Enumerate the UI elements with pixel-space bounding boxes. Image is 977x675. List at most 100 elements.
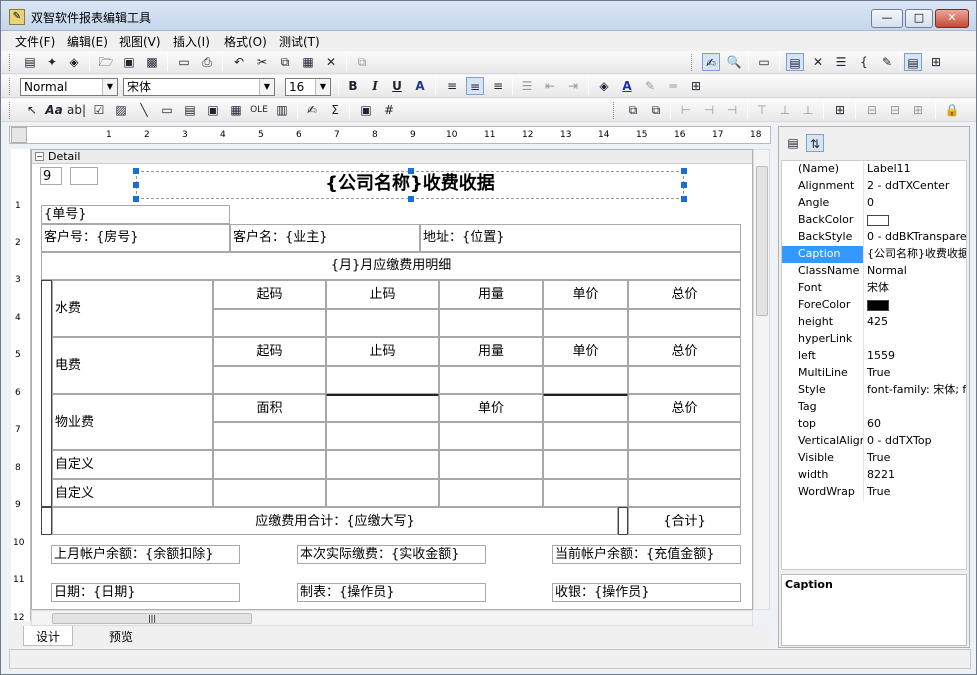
- menu-test[interactable]: 测试(T): [279, 33, 320, 50]
- electric-end-cell[interactable]: [326, 366, 439, 394]
- lock-icon[interactable]: 🔒: [943, 101, 961, 119]
- font-color-button[interactable]: A: [411, 77, 429, 95]
- custom-cell[interactable]: [326, 450, 439, 479]
- print-icon[interactable]: ⎙: [198, 53, 216, 71]
- property-value[interactable]: 1559: [866, 348, 966, 365]
- property-row[interactable]: ForeColor: [782, 297, 966, 314]
- paste-icon[interactable]: ▦: [299, 53, 317, 71]
- property-value[interactable]: 2 - ddTXCenter: [866, 178, 966, 195]
- property-cell[interactable]: [628, 422, 741, 450]
- copy-icon[interactable]: ⧉: [276, 53, 294, 71]
- text-color-icon[interactable]: A: [618, 77, 636, 95]
- design-mode-icon[interactable]: ✍: [702, 53, 720, 71]
- bill-number-field[interactable]: {单号}: [41, 205, 230, 224]
- book-icon[interactable]: ▭: [175, 53, 193, 71]
- menu-view[interactable]: 视图(V): [119, 33, 161, 50]
- property-value[interactable]: 0: [866, 195, 966, 212]
- property-row[interactable]: Caption {公司名称}收费收据: [782, 246, 966, 263]
- custom-cell[interactable]: [439, 450, 543, 479]
- detail-band-header[interactable]: − Detail: [32, 150, 752, 164]
- resize-handle[interactable]: [133, 196, 139, 202]
- color-swatch[interactable]: [867, 299, 889, 311]
- property-row[interactable]: height 425: [782, 314, 966, 331]
- property-value[interactable]: True: [866, 484, 966, 501]
- property-total-header[interactable]: 总价: [628, 394, 741, 422]
- property-row[interactable]: Visible True: [782, 450, 966, 467]
- delete-icon[interactable]: ✕: [322, 53, 340, 71]
- property-value[interactable]: 8221: [866, 467, 966, 484]
- property-row[interactable]: Stylefont-family: 宋体; font-size: 16pt: [782, 382, 966, 399]
- property-value[interactable]: True: [866, 450, 966, 467]
- title-label[interactable]: {公司名称}收费收据: [136, 171, 684, 199]
- water-start-header[interactable]: 起码: [213, 280, 326, 309]
- electric-usage-cell[interactable]: [439, 366, 543, 394]
- property-value[interactable]: 425: [866, 314, 966, 331]
- custom-cell[interactable]: [213, 479, 326, 507]
- property-row[interactable]: top 60: [782, 416, 966, 433]
- preview-icon[interactable]: 🔍: [725, 53, 743, 71]
- sum-icon[interactable]: Σ: [326, 101, 344, 119]
- align-tops-icon[interactable]: ⊤: [753, 101, 771, 119]
- customer-name-field[interactable]: 客户名：{业主}: [230, 224, 420, 252]
- property-row[interactable]: ClassName Normal: [782, 263, 966, 280]
- date-field[interactable]: 日期：{日期}: [51, 583, 240, 602]
- resize-handle[interactable]: [133, 168, 139, 174]
- property-value[interactable]: [866, 331, 966, 348]
- water-end-header[interactable]: 止码: [326, 280, 439, 309]
- textbox-tool-icon[interactable]: ab|: [67, 101, 86, 119]
- water-total-header[interactable]: 总价: [628, 280, 741, 309]
- property-value[interactable]: 宋体: [866, 280, 966, 297]
- underline-button[interactable]: U: [388, 77, 406, 95]
- table-left-bar[interactable]: [41, 280, 52, 507]
- categorized-icon[interactable]: ▤: [784, 134, 802, 152]
- empty-field[interactable]: [70, 167, 98, 185]
- property-area-header[interactable]: 面积: [213, 394, 326, 422]
- cut-icon[interactable]: ✂: [253, 53, 271, 71]
- save-as-icon[interactable]: ▩: [143, 53, 161, 71]
- custom-cell[interactable]: [326, 479, 439, 507]
- property-row[interactable]: VerticalAlignment0 - ddTXTop: [782, 433, 966, 450]
- menu-file[interactable]: 文件(F): [15, 33, 55, 50]
- report-design-surface[interactable]: − Detail 9 {公司名称}收费收据 {单号} 客户号：{房号} 客户名：…: [31, 149, 753, 610]
- actual-paid-field[interactable]: 本次实际缴费：{实收金额}: [297, 545, 486, 564]
- fill-color-icon[interactable]: ◈: [595, 77, 613, 95]
- color-swatch[interactable]: [867, 214, 889, 226]
- indent-icon[interactable]: ⇥: [564, 77, 582, 95]
- font-select[interactable]: 宋体 ▼: [123, 78, 275, 96]
- menu-insert[interactable]: 插入(I): [173, 33, 210, 50]
- last-balance-field[interactable]: 上月帐户余额：{余额扣除}: [51, 545, 240, 564]
- border-icon[interactable]: ⊞: [687, 77, 705, 95]
- image-tool-icon[interactable]: ▨: [112, 101, 130, 119]
- same-height-icon[interactable]: ⊟: [886, 101, 904, 119]
- water-price-header[interactable]: 单价: [543, 280, 628, 309]
- custom-cell[interactable]: [439, 479, 543, 507]
- electric-start-cell[interactable]: [213, 366, 326, 394]
- wizard-icon[interactable]: ✦: [43, 53, 61, 71]
- list-icon[interactable]: ☰: [832, 53, 850, 71]
- address-field[interactable]: 地址：{位置}: [420, 224, 741, 252]
- electric-usage-header[interactable]: 用量: [439, 337, 543, 366]
- format-painter-icon[interactable]: ✍: [303, 101, 321, 119]
- snap-grid-icon[interactable]: ⊞: [927, 53, 945, 71]
- resize-handle[interactable]: [408, 196, 414, 202]
- send-back-icon[interactable]: ⧉: [647, 101, 665, 119]
- cashier-field[interactable]: 收银：{操作员}: [552, 583, 741, 602]
- electric-fee-label[interactable]: 电费: [52, 337, 213, 394]
- property-value[interactable]: 60: [866, 416, 966, 433]
- subreport-tool-icon[interactable]: ▣: [204, 101, 222, 119]
- shape-tool-icon[interactable]: ▭: [158, 101, 176, 119]
- property-row[interactable]: WordWrap True: [782, 484, 966, 501]
- custom-cell[interactable]: [543, 450, 628, 479]
- italic-button[interactable]: I: [366, 77, 384, 95]
- resize-handle[interactable]: [408, 168, 414, 174]
- custom-cell[interactable]: [543, 479, 628, 507]
- resize-handle[interactable]: [681, 168, 687, 174]
- minimize-button[interactable]: —: [871, 9, 903, 28]
- tab-preview[interactable]: 预览: [97, 626, 145, 646]
- layout-icon[interactable]: ▭: [755, 53, 773, 71]
- property-value[interactable]: 0 - ddBKTransparent: [866, 229, 966, 246]
- align-left-icon[interactable]: ≡: [443, 77, 461, 95]
- property-cell[interactable]: [213, 422, 326, 450]
- align-rights-icon[interactable]: ⊣: [723, 101, 741, 119]
- alphabetical-icon[interactable]: ⇅: [806, 134, 824, 152]
